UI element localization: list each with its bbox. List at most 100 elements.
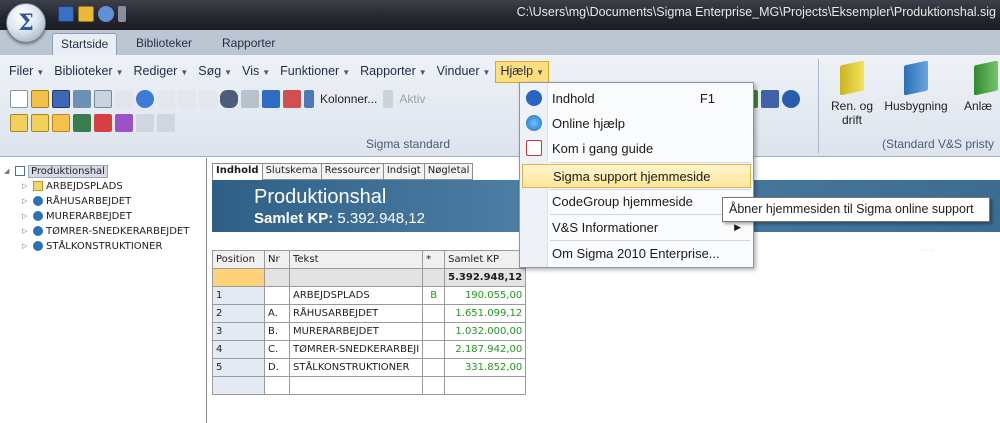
tab-slutskema[interactable]: Slutskema (261, 163, 322, 180)
expand-icon[interactable]: ▷ (22, 212, 30, 220)
undo-icon[interactable] (136, 90, 154, 108)
tab-startside[interactable]: Startside (52, 33, 118, 55)
tab-noegletal[interactable]: Nøgletal (423, 163, 474, 180)
cell-tekst[interactable]: STÅLKONSTRUKTIONER (288, 358, 424, 377)
column-header-nr[interactable]: Nr (264, 250, 290, 269)
cell-kp[interactable]: 190.055,00 (444, 286, 527, 305)
tree-item[interactable]: ▷ RÅHUSARBEJDET (22, 194, 131, 208)
cell-nr[interactable]: D. (264, 358, 290, 377)
table-row[interactable]: 5 D. STÅLKONSTRUKTIONER 331.852,00 (212, 358, 527, 377)
tab-rapporter[interactable]: Rapporter (214, 33, 283, 55)
table-icon[interactable] (157, 114, 175, 132)
cut-icon[interactable] (157, 90, 175, 108)
tab-indsigt[interactable]: Indsigt (382, 163, 425, 180)
cell-nr[interactable]: A. (264, 304, 290, 323)
cell-tekst[interactable]: ARBEJDSPLADS (288, 286, 424, 305)
menu-item-indhold[interactable]: Indhold F1 (522, 86, 751, 110)
anlaeg-button[interactable]: Anlæ (958, 59, 1000, 113)
cell-star[interactable] (422, 376, 446, 395)
tree-root[interactable]: ◢ Produktionshal (4, 164, 108, 178)
tab-biblioteker[interactable]: Biblioteker (128, 33, 200, 55)
level-active-icon[interactable] (52, 114, 70, 132)
new-document-icon[interactable] (10, 90, 28, 108)
menu-hjaelp[interactable]: Hjælp ▼ (495, 61, 550, 83)
cell-star[interactable] (422, 304, 446, 323)
cell-star[interactable] (422, 322, 446, 341)
expand-icon[interactable]: ▷ (22, 182, 30, 190)
cell-position[interactable]: 3 (212, 322, 265, 341)
cell-kp[interactable] (444, 376, 527, 395)
cell-tekst[interactable] (288, 376, 424, 395)
tree-item[interactable]: ▷ MURERARBEJDET (22, 209, 132, 223)
cell-star[interactable]: B (422, 286, 446, 305)
menu-item-codegroup[interactable]: CodeGroup hjemmeside (522, 189, 751, 213)
level-up-icon[interactable] (10, 114, 28, 132)
level-down-icon[interactable] (31, 114, 49, 132)
column-header-position[interactable]: Position (212, 250, 265, 269)
checkmark-icon[interactable] (761, 90, 779, 108)
menu-item-kom-i-gang-guide[interactable]: Kom i gang guide (522, 136, 751, 160)
column-header-samlet-kp[interactable]: Samlet KP (444, 250, 527, 269)
save-icon[interactable] (58, 6, 74, 22)
cell-position[interactable]: 5 (212, 358, 265, 377)
ren-og-drift-button[interactable]: Ren. og drift (828, 59, 876, 127)
cell-nr[interactable] (264, 286, 290, 305)
menu-rediger[interactable]: Rediger ▼ (129, 61, 194, 83)
calculator-icon[interactable] (73, 114, 91, 132)
mark-icon[interactable] (262, 90, 280, 108)
cell-nr[interactable] (264, 376, 290, 395)
quick-access-dropdown-icon[interactable] (118, 6, 126, 22)
paste-icon[interactable] (199, 90, 217, 108)
application-menu-button[interactable]: Σ (6, 3, 46, 43)
cell-kp[interactable]: 1.032.000,00 (444, 322, 527, 341)
cell-nr[interactable]: B. (264, 322, 290, 341)
insert-icon[interactable] (115, 90, 133, 108)
bucket-icon[interactable] (283, 90, 301, 108)
aktiv-button[interactable]: Aktiv (396, 92, 428, 106)
total-cell-tekst[interactable] (288, 268, 424, 287)
save-icon[interactable] (52, 90, 70, 108)
resize-grip-icon[interactable]: ····· (921, 246, 937, 255)
cell-position[interactable]: 2 (212, 304, 265, 323)
cell-kp[interactable]: 2.187.942,00 (444, 340, 527, 359)
open-folder-icon[interactable] (31, 90, 49, 108)
cell-star[interactable] (422, 358, 446, 377)
tab-ressourcer[interactable]: Ressourcer (320, 163, 384, 180)
tree-item[interactable]: ▷ STÅLKONSTRUKTIONER (22, 239, 162, 253)
menu-item-om-sigma[interactable]: Om Sigma 2010 Enterprise... (522, 241, 751, 265)
collapse-icon[interactable]: ◢ (4, 167, 12, 175)
total-cell-nr[interactable] (264, 268, 290, 287)
cell-star[interactable] (422, 340, 446, 359)
undo-icon[interactable] (98, 6, 114, 22)
empty-row[interactable] (212, 376, 527, 395)
expand-icon[interactable]: ▷ (22, 227, 30, 235)
total-cell-position[interactable] (212, 268, 265, 287)
table-row[interactable]: 4 C. TØMRER-SNEDKERARBEJI 2.187.942,00 (212, 340, 527, 359)
find-icon[interactable] (220, 90, 238, 108)
delete-row-icon[interactable] (94, 114, 112, 132)
table-row[interactable]: 2 A. RÅHUSARBEJDET 1.651.099,12 (212, 304, 527, 323)
cell-tekst[interactable]: RÅHUSARBEJDET (288, 304, 424, 323)
grid-icon[interactable] (136, 114, 154, 132)
structure-icon[interactable] (94, 90, 112, 108)
open-folder-icon[interactable] (78, 6, 94, 22)
menu-item-sigma-support[interactable]: Sigma support hjemmeside (522, 164, 751, 188)
total-row[interactable]: 5.392.948,12 (212, 268, 527, 287)
cell-tekst[interactable]: TØMRER-SNEDKERARBEJI (288, 340, 424, 359)
table-row[interactable]: 1 ARBEJDSPLADS B 190.055,00 (212, 286, 527, 305)
tree-item[interactable]: ▷ TØMRER-SNEDKERARBEJDET (22, 224, 189, 238)
menu-funktioner[interactable]: Funktioner ▼ (275, 61, 355, 83)
menu-sog[interactable]: Søg ▼ (193, 61, 237, 83)
help-icon[interactable] (782, 90, 800, 108)
replace-icon[interactable] (241, 90, 259, 108)
column-header-tekst[interactable]: Tekst (288, 250, 424, 269)
print-preview-icon[interactable] (73, 90, 91, 108)
menu-vinduer[interactable]: Vinduer ▼ (432, 61, 496, 83)
expand-icon[interactable]: ▷ (22, 242, 30, 250)
menu-item-online-hjaelp[interactable]: Online hjælp (522, 111, 751, 135)
column-header-star[interactable]: * (422, 250, 446, 269)
menu-biblioteker[interactable]: Biblioteker ▼ (49, 61, 128, 83)
total-cell-kp[interactable]: 5.392.948,12 (444, 268, 527, 287)
cell-position[interactable]: 1 (212, 286, 265, 305)
husbygning-button[interactable]: Husbygning (880, 59, 952, 113)
